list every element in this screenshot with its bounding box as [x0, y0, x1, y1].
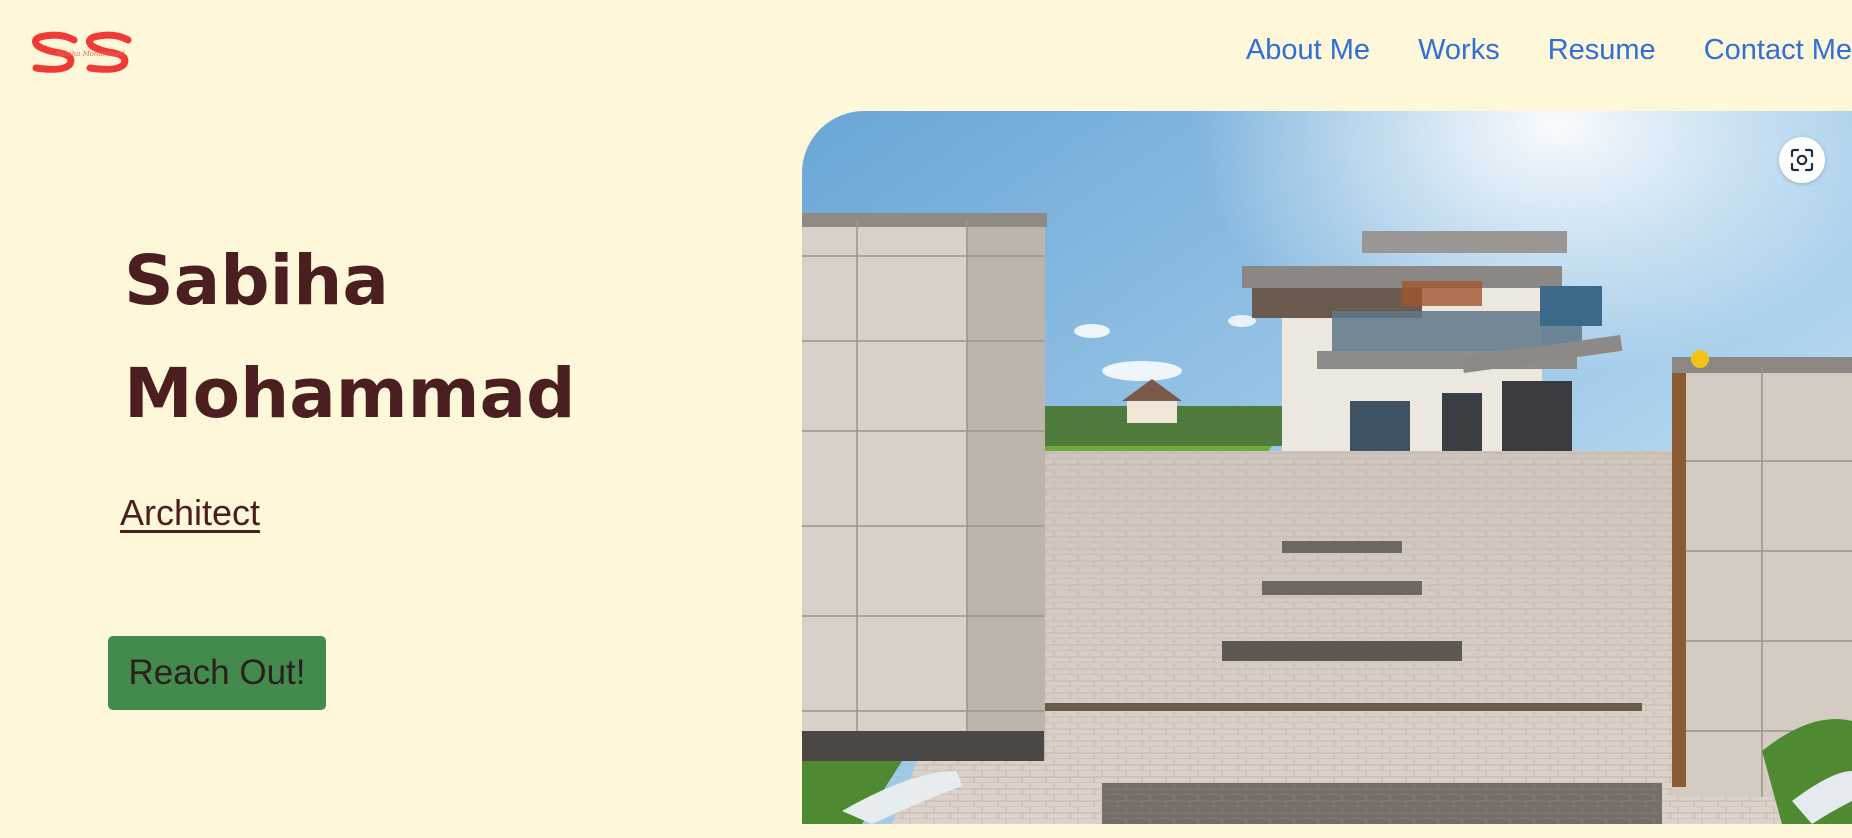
logo-signature: Sabiha Mohammad — [56, 50, 125, 58]
reach-out-button[interactable]: Reach Out! — [108, 636, 326, 710]
hero-image — [802, 111, 1852, 824]
nav-about-me[interactable]: About Me — [1246, 34, 1370, 67]
house-illustration — [802, 111, 1852, 824]
logo[interactable]: Sabiha Mohammad — [30, 28, 134, 80]
role-link[interactable]: Architect — [120, 492, 260, 534]
visual-search-button[interactable] — [1779, 137, 1825, 183]
hero-name: Sabiha Mohammad — [124, 225, 576, 451]
nav-resume[interactable]: Resume — [1548, 34, 1656, 67]
hero-last-name: Mohammad — [124, 354, 576, 434]
nav-contact-me[interactable]: Contact Me — [1704, 34, 1852, 67]
nav-works[interactable]: Works — [1418, 34, 1500, 67]
hero-first-name: Sabiha — [124, 241, 389, 321]
scan-icon — [1790, 148, 1814, 172]
main-nav: About Me Works Resume Contact Me — [1246, 34, 1852, 67]
